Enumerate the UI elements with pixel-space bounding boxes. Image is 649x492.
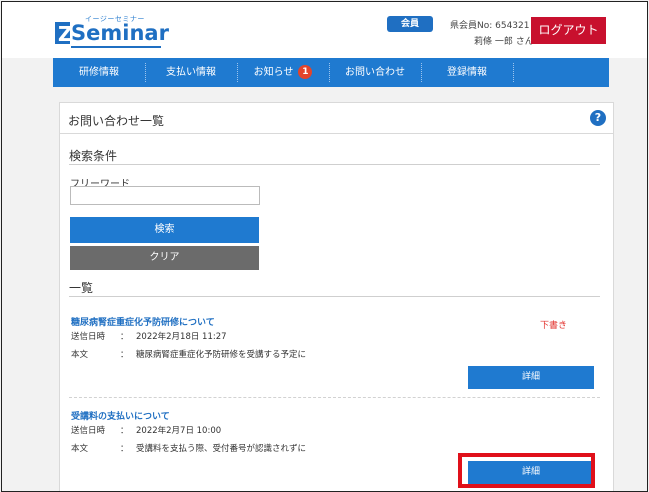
logout-button[interactable]: ログアウト (531, 17, 606, 44)
nav-item-registration[interactable]: 登録情報 (421, 58, 513, 87)
logo-wordmark: Seminar (71, 21, 169, 45)
search-section-divider (69, 164, 600, 165)
inquiry-subject-link[interactable]: 受講料の支払いについて (71, 409, 170, 422)
member-number: 県会員No: 654321 (450, 21, 530, 31)
nav-item-empty (513, 58, 609, 87)
nav-item-label: お知らせ (253, 67, 294, 78)
search-button[interactable]: 検索 (70, 217, 259, 243)
draft-status-tag: 下書き (540, 321, 568, 331)
inquiry-list-panel: お問い合わせ一覧 ? 検索条件 フリーワード 検索 クリア 一覧 糖尿病腎症重症… (59, 102, 614, 491)
nav-item-payment[interactable]: 支払い情報 (145, 58, 237, 87)
sent-datetime: 2022年2月18日 11:27 (136, 332, 227, 342)
nav-item-inquiry[interactable]: お問い合わせ (329, 58, 421, 87)
main-nav: 研修情報 支払い情報 お知らせ 1 お問い合わせ 登録情報 (53, 58, 609, 87)
sent-label: 送信日時 (71, 426, 106, 436)
member-name: 莉條 一郎 さん (474, 37, 534, 47)
inquiry-subject-link[interactable]: 糖尿病腎症重症化予防研修について (71, 315, 215, 328)
nav-item-notices[interactable]: お知らせ 1 (237, 58, 329, 87)
sent-row: 送信日時 ： 2022年2月18日 11:27 (71, 330, 227, 342)
question-circle-icon[interactable]: ? (590, 110, 606, 126)
list-section-divider (69, 296, 600, 297)
separator: ： (120, 426, 129, 436)
nav-item-training[interactable]: 研修情報 (53, 58, 145, 87)
body-excerpt: 受講料を支払う際、受付番号が認識されずに (136, 444, 307, 454)
sent-row: 送信日時 ： 2022年2月7日 10:00 (71, 424, 221, 436)
separator: ： (120, 332, 129, 342)
site-header: Z イージーセミナー Seminar 会員 県会員No: 654321 莉條 一… (2, 2, 647, 58)
body-label: 本文 (71, 444, 89, 454)
app-frame: Z イージーセミナー Seminar 会員 県会員No: 654321 莉條 一… (1, 1, 648, 492)
page-title: お問い合わせ一覧 (68, 114, 165, 128)
ez-seminar-logo[interactable]: Z イージーセミナー Seminar (55, 15, 169, 51)
item-divider (69, 397, 600, 398)
clear-button[interactable]: クリア (70, 246, 259, 270)
nav-item-label: 支払い情報 (166, 67, 216, 78)
body-row: 本文 ： 糖尿病腎症重症化予防研修を受講する予定に (71, 348, 306, 360)
sent-datetime: 2022年2月7日 10:00 (136, 426, 222, 436)
notice-count-badge: 1 (298, 65, 313, 79)
detail-button[interactable]: 詳細 (468, 366, 594, 389)
logo-underline (71, 46, 161, 48)
highlight-annotation-box (458, 453, 595, 488)
search-section-title: 検索条件 (69, 149, 118, 163)
freeword-input[interactable] (70, 186, 260, 205)
separator: ： (120, 350, 129, 360)
list-item: 糖尿病腎症重症化予防研修について 下書き 送信日時 ： 2022年2月18日 11:… (69, 315, 600, 405)
body-excerpt: 糖尿病腎症重症化予防研修を受講する予定に (136, 350, 307, 360)
nav-item-label: 研修情報 (79, 67, 119, 78)
nav-item-label: お問い合わせ (345, 67, 405, 78)
body-row: 本文 ： 受講料を支払う際、受付番号が認識されずに (71, 442, 306, 454)
nav-item-label: 登録情報 (447, 67, 487, 78)
list-section-title: 一覧 (69, 281, 94, 295)
sent-label: 送信日時 (71, 332, 106, 342)
member-badge: 会員 (387, 16, 433, 32)
body-label: 本文 (71, 350, 89, 360)
separator: ： (120, 444, 129, 454)
title-divider (60, 133, 613, 134)
